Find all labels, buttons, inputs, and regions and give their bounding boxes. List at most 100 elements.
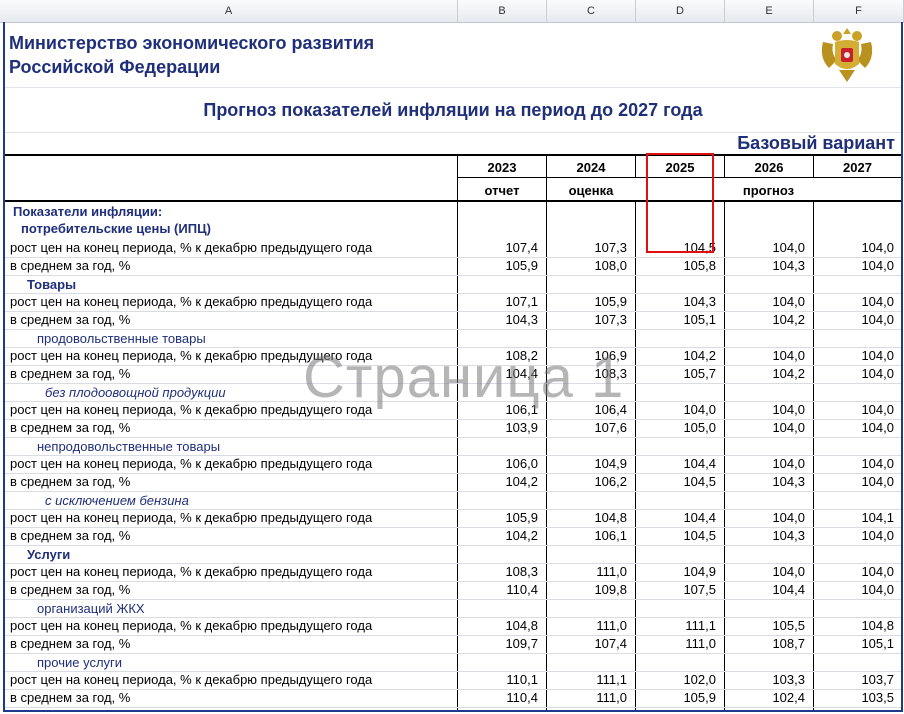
value-cell[interactable]: 104,0: [725, 240, 805, 255]
value-cell[interactable]: 104,9: [547, 456, 627, 471]
value-cell[interactable]: 105,9: [458, 510, 538, 525]
value-cell[interactable]: 105,9: [458, 258, 538, 273]
year-2027: 2027: [843, 160, 872, 175]
value-cell[interactable]: 104,2: [458, 528, 538, 543]
value-cell[interactable]: 103,3: [725, 672, 805, 687]
value-cell[interactable]: 104,0: [814, 294, 894, 309]
value-cell[interactable]: 104,2: [725, 366, 805, 381]
row-label: рост цен на конец периода, % к декабрю п…: [10, 294, 373, 309]
value-cell[interactable]: 104,0: [814, 258, 894, 273]
value-cell[interactable]: 104,0: [814, 474, 894, 489]
value-cell[interactable]: 104,3: [458, 312, 538, 327]
value-cell[interactable]: 104,8: [458, 618, 538, 633]
value-cell[interactable]: 106,0: [458, 456, 538, 471]
value-cell[interactable]: 105,1: [636, 312, 716, 327]
value-cell[interactable]: 104,0: [725, 564, 805, 579]
value-cell[interactable]: 111,0: [636, 636, 716, 651]
value-cell[interactable]: 108,2: [458, 348, 538, 363]
value-cell[interactable]: 107,1: [458, 294, 538, 309]
value-cell[interactable]: 104,5: [636, 474, 716, 489]
value-cell[interactable]: 104,0: [814, 456, 894, 471]
value-cell[interactable]: 103,5: [814, 690, 894, 705]
value-cell[interactable]: 107,3: [547, 312, 627, 327]
value-cell[interactable]: 104,0: [814, 582, 894, 597]
value-cell[interactable]: 104,0: [814, 528, 894, 543]
column-header-c[interactable]: C: [547, 0, 636, 22]
value-cell[interactable]: 104,5: [636, 528, 716, 543]
value-cell[interactable]: 104,0: [814, 420, 894, 435]
column-header-f[interactable]: F: [814, 0, 904, 22]
column-header-b[interactable]: B: [458, 0, 547, 22]
value-cell[interactable]: 105,5: [725, 618, 805, 633]
type-report: отчет: [484, 183, 520, 198]
value-cell[interactable]: 104,8: [547, 510, 627, 525]
value-cell[interactable]: 103,9: [458, 420, 538, 435]
value-cell[interactable]: 104,0: [814, 366, 894, 381]
value-cell[interactable]: 104,0: [725, 402, 805, 417]
value-cell[interactable]: 102,0: [636, 672, 716, 687]
value-cell[interactable]: 111,0: [547, 618, 627, 633]
value-cell[interactable]: 105,9: [636, 690, 716, 705]
value-cell[interactable]: 107,5: [636, 582, 716, 597]
value-cell[interactable]: 111,0: [547, 564, 627, 579]
value-cell[interactable]: 104,0: [814, 402, 894, 417]
value-cell[interactable]: 107,6: [547, 420, 627, 435]
value-cell[interactable]: 110,4: [458, 582, 538, 597]
value-cell[interactable]: 106,2: [547, 474, 627, 489]
value-cell[interactable]: 110,4: [458, 690, 538, 705]
value-cell[interactable]: 104,0: [725, 348, 805, 363]
value-cell[interactable]: 111,1: [636, 618, 716, 633]
value-cell[interactable]: 104,2: [636, 348, 716, 363]
value-cell[interactable]: 104,4: [725, 582, 805, 597]
value-cell[interactable]: 105,7: [636, 366, 716, 381]
value-cell[interactable]: 111,0: [547, 690, 627, 705]
value-cell[interactable]: 104,2: [458, 474, 538, 489]
value-cell[interactable]: 105,8: [636, 258, 716, 273]
value-cell[interactable]: 104,3: [725, 474, 805, 489]
column-header-d[interactable]: D: [636, 0, 725, 22]
value-cell[interactable]: 104,0: [814, 312, 894, 327]
value-cell[interactable]: 104,0: [636, 402, 716, 417]
value-cell[interactable]: 104,9: [636, 564, 716, 579]
column-header-e[interactable]: E: [725, 0, 814, 22]
value-cell[interactable]: 104,0: [814, 564, 894, 579]
column-header-a[interactable]: A: [0, 0, 458, 22]
value-cell[interactable]: 104,3: [636, 294, 716, 309]
value-cell[interactable]: 109,8: [547, 582, 627, 597]
value-cell[interactable]: 108,3: [458, 564, 538, 579]
value-cell[interactable]: 105,9: [547, 294, 627, 309]
value-cell[interactable]: 106,9: [547, 348, 627, 363]
value-cell[interactable]: 104,1: [814, 510, 894, 525]
value-cell[interactable]: 104,3: [725, 528, 805, 543]
year-2024: 2024: [576, 160, 606, 175]
value-cell[interactable]: 104,4: [636, 510, 716, 525]
gridline: [5, 491, 901, 492]
value-cell[interactable]: 108,3: [547, 366, 627, 381]
value-cell[interactable]: 104,0: [725, 294, 805, 309]
value-cell[interactable]: 104,0: [814, 240, 894, 255]
value-cell[interactable]: 108,0: [547, 258, 627, 273]
value-cell[interactable]: 105,1: [814, 636, 894, 651]
value-cell[interactable]: 102,4: [725, 690, 805, 705]
value-cell[interactable]: 110,1: [458, 672, 538, 687]
value-cell[interactable]: 107,4: [547, 636, 627, 651]
value-cell[interactable]: 106,1: [458, 402, 538, 417]
value-cell[interactable]: 104,2: [725, 312, 805, 327]
value-cell[interactable]: 103,7: [814, 672, 894, 687]
value-cell[interactable]: 104,0: [725, 510, 805, 525]
value-cell[interactable]: 111,1: [547, 672, 627, 687]
value-cell[interactable]: 104,4: [636, 456, 716, 471]
value-cell[interactable]: 104,0: [814, 348, 894, 363]
value-cell[interactable]: 109,7: [458, 636, 538, 651]
value-cell[interactable]: 104,8: [814, 618, 894, 633]
value-cell[interactable]: 108,7: [725, 636, 805, 651]
value-cell[interactable]: 104,3: [725, 258, 805, 273]
value-cell[interactable]: 104,0: [725, 420, 805, 435]
value-cell[interactable]: 104,0: [725, 456, 805, 471]
value-cell[interactable]: 105,0: [636, 420, 716, 435]
value-cell[interactable]: 106,4: [547, 402, 627, 417]
value-cell[interactable]: 104,4: [458, 366, 538, 381]
value-cell[interactable]: 106,1: [547, 528, 627, 543]
value-cell[interactable]: 107,4: [458, 240, 538, 255]
value-cell[interactable]: 107,3: [547, 240, 627, 255]
